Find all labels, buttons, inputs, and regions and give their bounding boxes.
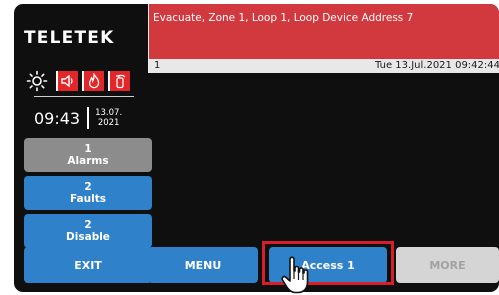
sounder-icon xyxy=(56,71,78,91)
brightness-icon[interactable] xyxy=(26,70,48,92)
disable-button[interactable]: 2 Disable xyxy=(24,214,152,248)
clock-divider xyxy=(34,96,134,97)
fire-icon xyxy=(82,71,104,91)
event-message: Evacuate, Zone 1, Loop 1, Loop Device Ad… xyxy=(153,12,414,24)
faults-count: 2 xyxy=(84,181,92,193)
clock-date: 13.07. 2021 xyxy=(95,108,122,128)
faults-label: Faults xyxy=(70,193,106,205)
clock-date-year: 2021 xyxy=(97,118,120,128)
disable-count: 2 xyxy=(84,219,92,231)
panel-display: TELETEK 09:43 13.07. 2021 1 Alarms 2 Fau… xyxy=(14,4,499,292)
alarms-button[interactable]: 1 Alarms xyxy=(24,138,152,172)
disable-label: Disable xyxy=(66,231,110,243)
more-button: MORE xyxy=(396,247,499,283)
clock: 09:43 13.07. 2021 xyxy=(34,104,122,132)
access-button[interactable]: Access 1 xyxy=(269,247,387,283)
event-info-bar: 1 Tue 13.Jul.2021 09:42:44 xyxy=(148,59,499,73)
event-message-panel[interactable]: Evacuate, Zone 1, Loop 1, Loop Device Ad… xyxy=(148,4,499,59)
alarms-label: Alarms xyxy=(67,155,109,167)
clock-date-day-month: 13.07. xyxy=(95,108,123,118)
event-index: 1 xyxy=(154,60,161,71)
event-datetime: Tue 13.Jul.2021 09:42:44 xyxy=(375,60,499,71)
menu-button[interactable]: MENU xyxy=(148,247,258,283)
exit-button[interactable]: EXIT xyxy=(24,247,152,283)
faults-button[interactable]: 2 Faults xyxy=(24,176,152,210)
alarms-count: 1 xyxy=(84,143,92,155)
clock-time: 09:43 xyxy=(34,108,81,128)
extinguisher-icon xyxy=(108,71,130,91)
clock-separator xyxy=(87,107,90,129)
status-icon-bar xyxy=(26,70,130,92)
brand-logo: TELETEK xyxy=(24,28,115,48)
